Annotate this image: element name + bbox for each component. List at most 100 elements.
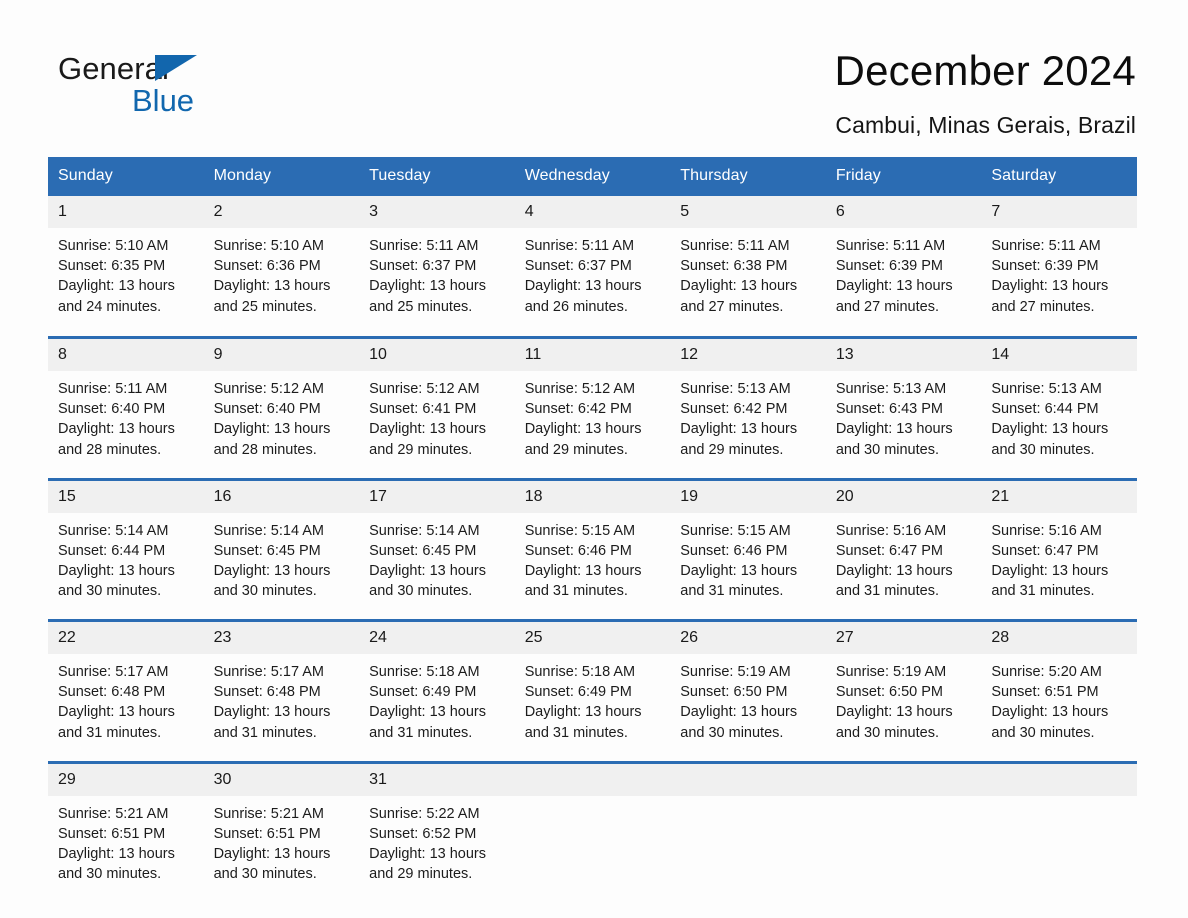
day-number: 19 — [670, 480, 826, 513]
day-sun-info: Sunrise: 5:12 AM Sunset: 6:42 PM Daylight:… — [515, 371, 671, 460]
calendar-day-cell[interactable]: 4 Sunrise: 5:11 AM Sunset: 6:37 PM Daylight… — [514, 196, 671, 328]
calendar-day-cell[interactable]: 12 Sunrise: 5:13 AM Sunset: 6:42 PM Dayligh… — [670, 336, 826, 470]
calendar-day-cell[interactable]: 25 Sunrise: 5:18 AM Sunset: 6:49 PM Dayligh… — [514, 619, 671, 753]
calendar-day-cell[interactable]: 20 Sunrise: 5:16 AM Sunset: 6:47 PM Dayligh… — [825, 477, 982, 611]
calendar-day-cell[interactable]: 8 Sunrise: 5:11 AM Sunset: 6:40 PM Daylight… — [48, 336, 204, 470]
day-number: 18 — [514, 480, 671, 513]
calendar-empty-cell — [514, 760, 671, 894]
sunrise-text: Sunrise: 5:14 AM — [58, 522, 169, 539]
daylight-text-line2: and 30 minutes. — [58, 866, 162, 883]
sunrise-text: Sunrise: 5:22 AM — [369, 805, 480, 822]
sunset-text: Sunset: 6:50 PM — [680, 684, 788, 701]
week-spacer — [48, 752, 1137, 762]
day-sun-info: Sunrise: 5:17 AM Sunset: 6:48 PM Daylight:… — [204, 654, 360, 743]
sunrise-text: Sunrise: 5:11 AM — [524, 238, 635, 254]
day-sun-info: Sunrise: 5:11 AM Sunset: 6:40 PM Daylight:… — [48, 371, 204, 460]
daylight-text-line1: Daylight: 13 hours — [213, 421, 331, 438]
calendar-day-cell[interactable]: 30 Sunrise: 5:21 AM Sunset: 6:51 PM Dayligh… — [203, 760, 360, 894]
daylight-text-line2: and 30 minutes. — [213, 866, 317, 883]
calendar-week-row: 29 Sunrise: 5:21 AM Sunset: 6:51 PM Dayligh… — [48, 760, 1137, 894]
day-number: 6 — [825, 196, 982, 228]
daylight-text-line2: and 30 minutes. — [369, 583, 473, 600]
daylight-text-line1: Daylight: 13 hours — [58, 421, 175, 438]
day-sun-info: Sunrise: 5:21 AM Sunset: 6:51 PM Daylight:… — [48, 796, 204, 885]
daylight-text-line1: Daylight: 13 hours — [213, 562, 331, 579]
calendar-week-row: 8 Sunrise: 5:11 AM Sunset: 6:40 PM Daylight… — [48, 336, 1137, 470]
daylight-text-line1: Daylight: 13 hours — [213, 704, 331, 721]
calendar-day-cell[interactable]: 7 Sunrise: 5:11 AM Sunset: 6:39 PM Daylight… — [981, 196, 1137, 328]
daylight-text-line2: and 25 minutes. — [213, 298, 317, 315]
day-sun-info: Sunrise: 5:13 AM Sunset: 6:43 PM Daylight:… — [826, 371, 982, 460]
sunset-text: Sunset: 6:40 PM — [213, 401, 321, 418]
calendar-day-cell[interactable]: 2 Sunrise: 5:10 AM Sunset: 6:36 PM Daylight… — [203, 196, 360, 328]
day-sun-info: Sunrise: 5:11 AM Sunset: 6:37 PM Daylight:… — [515, 228, 671, 317]
day-number: 21 — [981, 480, 1137, 513]
sunset-text: Sunset: 6:37 PM — [369, 258, 477, 275]
sunset-text: Sunset: 6:52 PM — [369, 825, 477, 842]
sunrise-text: Sunrise: 5:20 AM — [991, 664, 1102, 680]
weekday-header-thursday: Thursday — [670, 157, 826, 196]
calendar-day-cell[interactable]: 15 Sunrise: 5:14 AM Sunset: 6:44 PM Dayligh… — [48, 477, 204, 611]
calendar-day-cell[interactable]: 24 Sunrise: 5:18 AM Sunset: 6:49 PM Dayligh… — [359, 619, 515, 753]
daylight-text-line1: Daylight: 13 hours — [524, 421, 642, 438]
week-spacer — [48, 611, 1137, 621]
daylight-text-line2: and 30 minutes. — [680, 724, 784, 741]
daylight-text-line1: Daylight: 13 hours — [680, 278, 798, 295]
calendar-day-cell[interactable]: 1 Sunrise: 5:10 AM Sunset: 6:35 PM Daylight… — [48, 196, 204, 328]
sunset-text: Sunset: 6:35 PM — [58, 258, 166, 275]
calendar-day-cell[interactable]: 28 Sunrise: 5:20 AM Sunset: 6:51 PM Dayligh… — [981, 619, 1137, 753]
calendar-day-cell[interactable]: 18 Sunrise: 5:15 AM Sunset: 6:46 PM Dayligh… — [514, 477, 671, 611]
calendar-day-cell[interactable]: 5 Sunrise: 5:11 AM Sunset: 6:38 PM Daylight… — [670, 196, 826, 328]
calendar-day-cell[interactable]: 29 Sunrise: 5:21 AM Sunset: 6:51 PM Dayligh… — [48, 760, 204, 894]
sunset-text: Sunset: 6:51 PM — [213, 825, 321, 842]
sunrise-text: Sunrise: 5:17 AM — [213, 664, 324, 680]
calendar-day-cell[interactable]: 9 Sunrise: 5:12 AM Sunset: 6:40 PM Daylight… — [203, 336, 360, 470]
calendar-day-cell[interactable]: 10 Sunrise: 5:12 AM Sunset: 6:41 PM Dayligh… — [359, 336, 515, 470]
calendar-day-cell[interactable]: 19 Sunrise: 5:15 AM Sunset: 6:46 PM Dayligh… — [670, 477, 826, 611]
sunset-text: Sunset: 6:45 PM — [213, 542, 321, 559]
day-number: 9 — [203, 339, 360, 371]
calendar-week-row: 22 Sunrise: 5:17 AM Sunset: 6:48 PM Dayligh… — [48, 619, 1137, 753]
daylight-text-line2: and 28 minutes. — [213, 441, 317, 458]
day-number: 25 — [514, 622, 671, 654]
calendar-day-cell[interactable]: 27 Sunrise: 5:19 AM Sunset: 6:50 PM Dayligh… — [825, 619, 982, 753]
sunrise-text: Sunrise: 5:14 AM — [369, 522, 480, 539]
daylight-text-line2: and 29 minutes. — [369, 441, 473, 458]
calendar-day-cell[interactable]: 21 Sunrise: 5:16 AM Sunset: 6:47 PM Dayligh… — [981, 477, 1137, 611]
day-number: 29 — [48, 763, 204, 796]
daylight-text-line1: Daylight: 13 hours — [680, 704, 798, 721]
week-spacer-cell — [48, 752, 1137, 762]
sunrise-text: Sunrise: 5:21 AM — [213, 805, 324, 822]
sunrise-text: Sunrise: 5:11 AM — [58, 381, 168, 397]
sunrise-text: Sunrise: 5:10 AM — [58, 238, 169, 254]
calendar-day-cell[interactable]: 31 Sunrise: 5:22 AM Sunset: 6:52 PM Dayligh… — [359, 760, 515, 894]
calendar-day-cell[interactable]: 13 Sunrise: 5:13 AM Sunset: 6:43 PM Dayligh… — [825, 336, 982, 470]
day-sun-info: Sunrise: 5:17 AM Sunset: 6:48 PM Daylight:… — [48, 654, 204, 743]
calendar-day-cell[interactable]: 14 Sunrise: 5:13 AM Sunset: 6:44 PM Dayligh… — [981, 336, 1137, 470]
day-sun-info: Sunrise: 5:10 AM Sunset: 6:36 PM Daylight:… — [204, 228, 360, 317]
day-sun-info: Sunrise: 5:13 AM Sunset: 6:42 PM Daylight:… — [670, 371, 826, 460]
daylight-text-line1: Daylight: 13 hours — [835, 278, 953, 295]
daylight-text-line1: Daylight: 13 hours — [524, 704, 642, 721]
calendar-day-cell[interactable]: 17 Sunrise: 5:14 AM Sunset: 6:45 PM Dayligh… — [359, 477, 515, 611]
calendar-day-cell[interactable]: 11 Sunrise: 5:12 AM Sunset: 6:42 PM Dayligh… — [514, 336, 671, 470]
daylight-text-line1: Daylight: 13 hours — [369, 704, 486, 721]
day-number — [670, 763, 826, 796]
calendar-day-cell[interactable]: 3 Sunrise: 5:11 AM Sunset: 6:37 PM Daylight… — [359, 196, 515, 328]
calendar-day-cell[interactable]: 22 Sunrise: 5:17 AM Sunset: 6:48 PM Dayligh… — [48, 619, 204, 753]
sunrise-text: Sunrise: 5:11 AM — [991, 238, 1101, 254]
calendar-empty-cell — [825, 760, 982, 894]
daylight-text-line2: and 27 minutes. — [680, 298, 784, 315]
day-sun-info: Sunrise: 5:11 AM Sunset: 6:37 PM Daylight:… — [359, 228, 515, 317]
daylight-text-line1: Daylight: 13 hours — [369, 421, 486, 438]
calendar-day-cell[interactable]: 23 Sunrise: 5:17 AM Sunset: 6:48 PM Dayligh… — [203, 619, 360, 753]
calendar-day-cell[interactable]: 26 Sunrise: 5:19 AM Sunset: 6:50 PM Dayligh… — [670, 619, 826, 753]
brand-logo[interactable]: General Blue — [58, 52, 318, 124]
day-number: 13 — [825, 339, 982, 371]
daylight-text-line2: and 31 minutes. — [213, 724, 317, 741]
calendar-day-cell[interactable]: 6 Sunrise: 5:11 AM Sunset: 6:39 PM Daylight… — [825, 196, 982, 328]
daylight-text-line2: and 30 minutes. — [835, 441, 939, 458]
calendar-day-cell[interactable]: 16 Sunrise: 5:14 AM Sunset: 6:45 PM Dayligh… — [203, 477, 360, 611]
daylight-text-line2: and 29 minutes. — [680, 441, 784, 458]
daylight-text-line2: and 31 minutes. — [680, 583, 784, 600]
